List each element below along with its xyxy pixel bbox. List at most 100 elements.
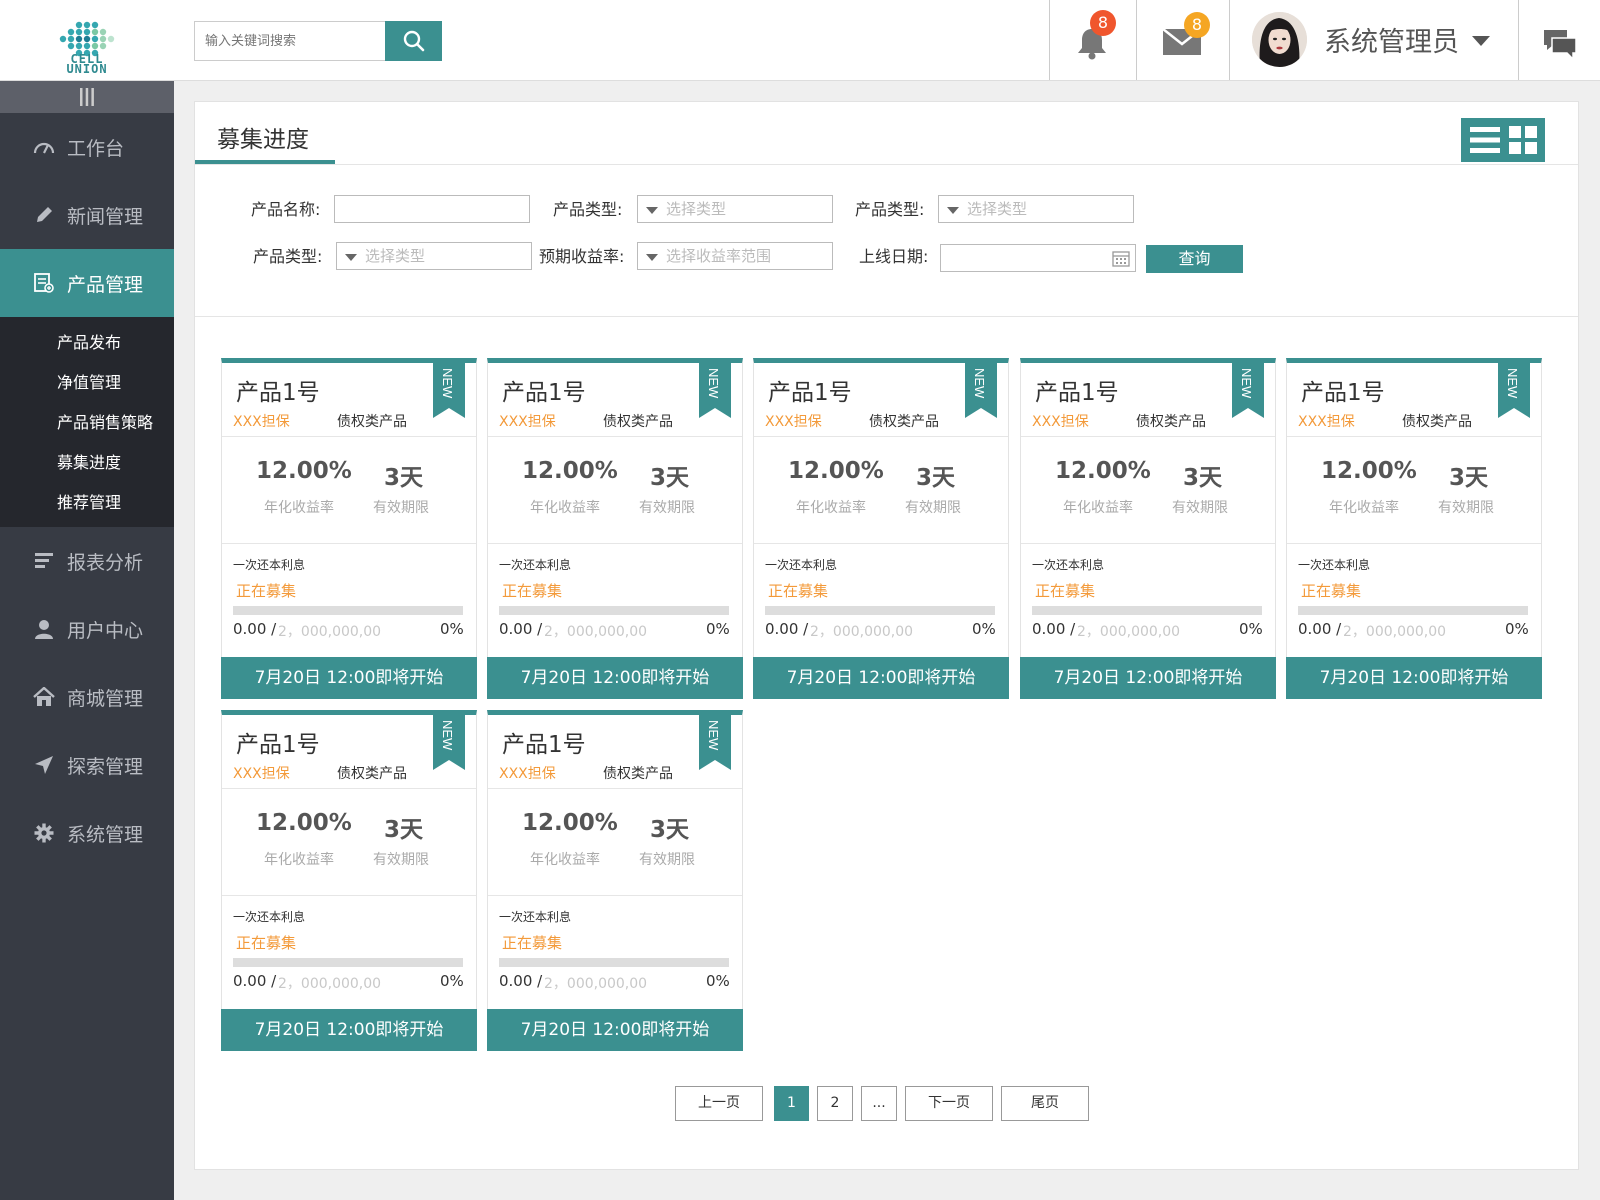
card-annual-rate: 12.00%	[1321, 458, 1417, 484]
card-progress-bar	[233, 606, 463, 615]
card-rate-label: 年化收益率	[1063, 500, 1133, 516]
sidebar-item-users[interactable]: 用户中心	[0, 595, 174, 663]
logo-text: CELL UNION	[58, 53, 116, 75]
sidebar-item-explore[interactable]: 探索管理	[0, 731, 174, 799]
calendar-icon[interactable]	[1112, 250, 1130, 267]
notifications-button[interactable]: 8	[1076, 10, 1116, 64]
card-name: 产品1号	[768, 380, 852, 406]
card-name: 产品1号	[1035, 380, 1119, 406]
sidebar-item-system[interactable]: 系统管理	[0, 799, 174, 867]
card-start-button[interactable]: 7月20日 12:00即将开始	[1020, 657, 1276, 699]
card-start-button[interactable]: 7月20日 12:00即将开始	[487, 1009, 743, 1051]
card-percent: 0%	[440, 620, 464, 638]
next-page-button[interactable]: 下一页	[905, 1086, 993, 1121]
product-type-select[interactable]: 选择类型	[938, 195, 1134, 223]
product-card[interactable]: NEW 产品1号 XXX担保 债权类产品 12.00% 3天 年化收益率 有效期限 一次还本利息…	[1286, 358, 1542, 699]
sidebar-item-label: 工作台	[67, 137, 125, 160]
card-term-label: 有效期限	[639, 852, 695, 868]
search-input[interactable]	[194, 21, 385, 61]
card-name: 产品1号	[1301, 380, 1385, 406]
card-percent: 0%	[706, 620, 730, 638]
last-page-button[interactable]: 尾页	[1001, 1086, 1089, 1121]
card-start-button[interactable]: 7月20日 12:00即将开始	[221, 657, 477, 699]
card-name: 产品1号	[236, 732, 320, 758]
dropdown-arrow-icon	[646, 207, 658, 214]
card-target-amount: 2，000,000,00	[544, 624, 648, 640]
expected-return-select[interactable]: 选择收益率范围	[637, 242, 833, 270]
sidebar-item-reports[interactable]: 报表分析	[0, 527, 174, 595]
product-card[interactable]: NEW 产品1号 XXX担保 债权类产品 12.00% 3天 年化收益率 有效期限 一次还本利息…	[487, 358, 743, 699]
card-start-button[interactable]: 7月20日 12:00即将开始	[221, 1009, 477, 1051]
sidebar-item-label: 新闻管理	[67, 205, 144, 228]
user-menu-caret-icon[interactable]	[1472, 36, 1490, 46]
filter-divider	[195, 316, 1578, 317]
messages-button[interactable]: 8	[1162, 12, 1210, 60]
card-term: 3天	[650, 817, 690, 843]
sidebar-toggle[interactable]	[0, 81, 174, 113]
page-button[interactable]: 2	[817, 1086, 853, 1121]
sidebar-item-mall[interactable]: 商城管理	[0, 663, 174, 731]
card-repay-method: 一次还本利息	[499, 910, 572, 924]
select-placeholder: 选择类型	[666, 200, 727, 218]
new-badge-text: NEW	[440, 368, 455, 399]
submenu-item-fundraising-progress[interactable]: 募集进度	[0, 443, 174, 483]
new-badge-text: NEW	[706, 368, 721, 399]
list-view-button[interactable]	[1469, 126, 1500, 154]
card-divider	[222, 788, 476, 789]
card-percent: 0%	[972, 620, 996, 638]
card-divider	[488, 543, 742, 544]
sidebar-item-dashboard[interactable]: 工作台	[0, 113, 174, 181]
card-guarantee: XXX担保	[499, 414, 556, 430]
collapse-bars-icon	[80, 88, 94, 106]
submenu-item-recommend[interactable]: 推荐管理	[0, 483, 174, 523]
product-type-select[interactable]: 选择类型	[637, 195, 833, 223]
product-card[interactable]: NEW 产品1号 XXX担保 债权类产品 12.00% 3天 年化收益率 有效期限 一次还本利息…	[221, 710, 477, 1051]
sidebar-item-products[interactable]: 产品管理	[0, 249, 174, 317]
card-start-button[interactable]: 7月20日 12:00即将开始	[1286, 657, 1542, 699]
grid-view-button[interactable]	[1508, 126, 1537, 154]
sidebar-item-label: 探索管理	[67, 755, 144, 778]
new-badge-text: NEW	[706, 720, 721, 751]
user-name[interactable]: 系统管理员	[1324, 20, 1459, 59]
product-card[interactable]: NEW 产品1号 XXX担保 债权类产品 12.00% 3天 年化收益率 有效期限 一次还本利息…	[1020, 358, 1276, 699]
query-button[interactable]: 查询	[1146, 245, 1243, 273]
card-start-button[interactable]: 7月20日 12:00即将开始	[487, 657, 743, 699]
card-start-button[interactable]: 7月20日 12:00即将开始	[753, 657, 1009, 699]
product-card[interactable]: NEW 产品1号 XXX担保 债权类产品 12.00% 3天 年化收益率 有效期限 一次还本利息…	[221, 358, 477, 699]
new-badge-text: NEW	[1505, 368, 1520, 399]
product-type-label: 产品类型:	[553, 200, 623, 219]
card-progress-bar	[765, 606, 995, 615]
card-annual-rate: 12.00%	[522, 458, 618, 484]
new-ribbon-icon: NEW	[1498, 361, 1530, 418]
prev-page-button[interactable]: 上一页	[675, 1086, 763, 1121]
submenu-item-net-value[interactable]: 净值管理	[0, 363, 174, 403]
submenu-item-publish[interactable]: 产品发布	[0, 323, 174, 363]
card-status: 正在募集	[236, 582, 297, 600]
card-percent: 0%	[706, 972, 730, 990]
sidebar-item-news[interactable]: 新闻管理	[0, 181, 174, 249]
card-progress-bar	[1298, 606, 1528, 615]
new-badge-text: NEW	[440, 720, 455, 751]
product-card[interactable]: NEW 产品1号 XXX担保 债权类产品 12.00% 3天 年化收益率 有效期限 一次还本利息…	[753, 358, 1009, 699]
card-product-type: 债权类产品	[337, 414, 407, 430]
card-divider	[1021, 436, 1275, 437]
card-guarantee: XXX担保	[233, 766, 290, 782]
card-divider	[1021, 543, 1275, 544]
card-raised-amount: 0.00 /	[233, 972, 277, 990]
card-guarantee: XXX担保	[1298, 414, 1355, 430]
card-divider	[1287, 436, 1541, 437]
card-term-label: 有效期限	[1438, 500, 1494, 516]
page-title: 募集进度	[217, 127, 309, 153]
online-date-input[interactable]	[940, 244, 1136, 272]
product-type-select[interactable]: 选择类型	[336, 242, 532, 270]
page-ellipsis-button[interactable]: ...	[861, 1086, 897, 1121]
card-rate-label: 年化收益率	[796, 500, 866, 516]
page-button-current[interactable]: 1	[774, 1086, 809, 1121]
search-button[interactable]	[385, 21, 442, 61]
product-card[interactable]: NEW 产品1号 XXX担保 债权类产品 12.00% 3天 年化收益率 有效期限 一次还本利息…	[487, 710, 743, 1051]
card-status: 正在募集	[1035, 582, 1096, 600]
avatar[interactable]	[1252, 12, 1307, 67]
product-name-input[interactable]	[334, 195, 530, 223]
chat-button[interactable]	[1543, 28, 1577, 64]
submenu-item-sales-strategy[interactable]: 产品销售策略	[0, 403, 174, 443]
